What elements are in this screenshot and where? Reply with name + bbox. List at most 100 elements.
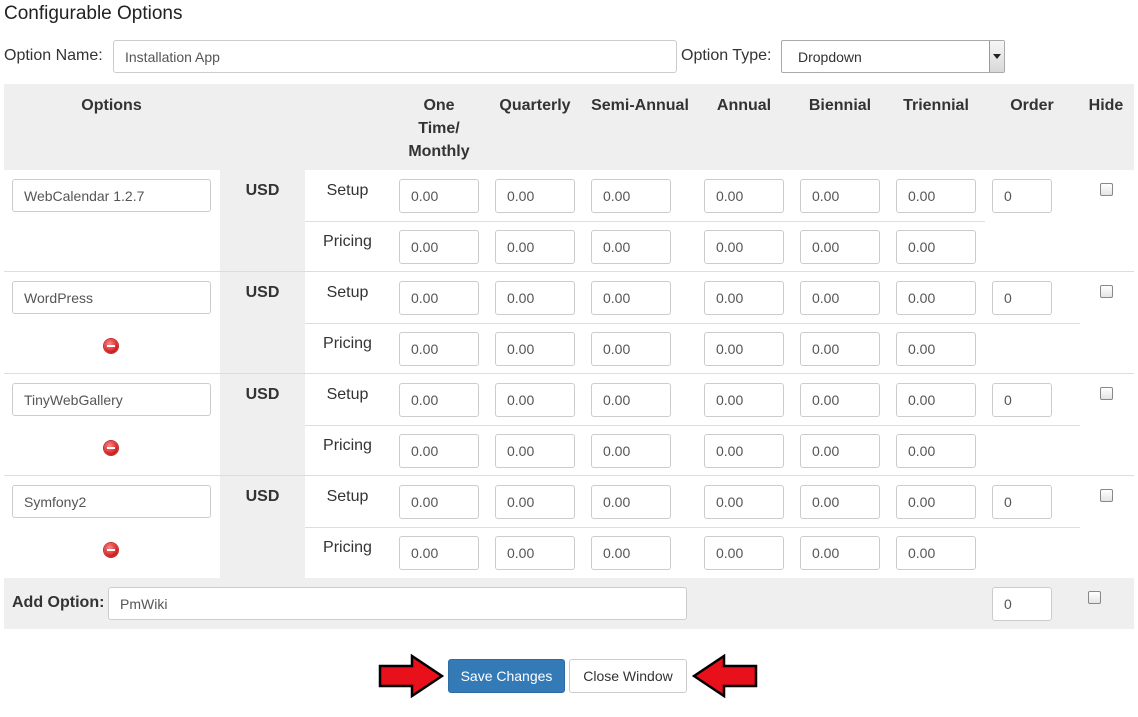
pricing-input[interactable]: [704, 230, 784, 264]
hide-checkbox[interactable]: [1100, 183, 1113, 196]
pricing-input[interactable]: [896, 230, 976, 264]
pricing-input[interactable]: [399, 434, 479, 468]
pricing-input[interactable]: [800, 536, 880, 570]
setup-label: Setup: [326, 386, 369, 403]
hide-checkbox[interactable]: [1100, 387, 1113, 400]
option-name-field[interactable]: [12, 179, 211, 212]
setup-price-input[interactable]: [704, 281, 784, 315]
delete-icon[interactable]: [104, 543, 118, 557]
setup-price-input[interactable]: [704, 383, 784, 417]
setup-price-input[interactable]: [800, 179, 880, 213]
setup-price-input[interactable]: [591, 179, 671, 213]
option-name-label: Option Name:: [4, 47, 103, 64]
setup-price-input[interactable]: [800, 281, 880, 315]
option-name-input[interactable]: [113, 40, 677, 73]
setup-price-input[interactable]: [399, 485, 479, 519]
setup-price-input[interactable]: [399, 281, 479, 315]
setup-price-input[interactable]: [591, 383, 671, 417]
setup-price-input[interactable]: [896, 485, 976, 519]
option-type-select[interactable]: Dropdown: [781, 40, 1005, 73]
header-hide: Hide: [1088, 97, 1124, 114]
pricing-input[interactable]: [704, 536, 784, 570]
add-option-order-input[interactable]: [992, 587, 1052, 621]
pricing-input[interactable]: [591, 536, 671, 570]
pricing-label: Pricing: [323, 539, 372, 556]
setup-label: Setup: [326, 182, 369, 199]
page-title: Configurable Options: [4, 3, 183, 24]
setup-price-input[interactable]: [704, 179, 784, 213]
pricing-input[interactable]: [399, 536, 479, 570]
save-changes-button[interactable]: Save Changes: [448, 659, 565, 693]
header-semi-annual: Semi-Annual: [591, 97, 689, 114]
row-divider: [305, 221, 985, 222]
pricing-input[interactable]: [591, 434, 671, 468]
add-option-label: Add Option:: [12, 594, 105, 611]
setup-price-input[interactable]: [896, 383, 976, 417]
setup-price-input[interactable]: [495, 281, 575, 315]
setup-price-input[interactable]: [704, 485, 784, 519]
close-window-button[interactable]: Close Window: [569, 659, 687, 693]
option-name-field[interactable]: [12, 383, 211, 416]
pricing-label: Pricing: [323, 437, 372, 454]
setup-price-input[interactable]: [495, 485, 575, 519]
pricing-input[interactable]: [591, 230, 671, 264]
delete-icon[interactable]: [104, 339, 118, 353]
pricing-input[interactable]: [591, 332, 671, 366]
row-divider: [305, 527, 1080, 528]
pricing-input[interactable]: [800, 434, 880, 468]
option-type-label: Option Type:: [681, 47, 772, 64]
pricing-input[interactable]: [704, 332, 784, 366]
option-name-field[interactable]: [12, 485, 211, 518]
pricing-input[interactable]: [399, 332, 479, 366]
setup-price-input[interactable]: [591, 485, 671, 519]
pricing-input[interactable]: [800, 230, 880, 264]
setup-price-input[interactable]: [495, 383, 575, 417]
option-name-field[interactable]: [12, 281, 211, 314]
pricing-input[interactable]: [896, 332, 976, 366]
setup-price-input[interactable]: [896, 179, 976, 213]
pricing-input[interactable]: [896, 434, 976, 468]
pricing-input[interactable]: [495, 434, 575, 468]
order-input[interactable]: [992, 383, 1052, 417]
delete-icon[interactable]: [104, 441, 118, 455]
setup-label: Setup: [326, 488, 369, 505]
setup-price-input[interactable]: [800, 485, 880, 519]
pricing-input[interactable]: [704, 434, 784, 468]
hide-checkbox[interactable]: [1100, 489, 1113, 502]
row-divider: [4, 271, 1134, 272]
pricing-label: Pricing: [323, 335, 372, 352]
pricing-input[interactable]: [495, 230, 575, 264]
order-input[interactable]: [992, 281, 1052, 315]
header-quarterly: Quarterly: [499, 97, 571, 114]
pricing-input[interactable]: [495, 536, 575, 570]
row-divider: [305, 425, 1080, 426]
hide-checkbox[interactable]: [1100, 285, 1113, 298]
option-type-value: Dropdown: [798, 49, 862, 65]
add-option-hide-checkbox[interactable]: [1088, 591, 1101, 604]
order-input[interactable]: [992, 179, 1052, 213]
header-order: Order: [1010, 97, 1054, 114]
setup-price-input[interactable]: [800, 383, 880, 417]
setup-price-input[interactable]: [896, 281, 976, 315]
arrow-right-icon: [378, 654, 444, 698]
order-input[interactable]: [992, 485, 1052, 519]
setup-price-input[interactable]: [399, 179, 479, 213]
header-annual: Annual: [716, 97, 772, 114]
row-divider: [4, 373, 1134, 374]
pricing-input[interactable]: [896, 536, 976, 570]
currency-label: USD: [245, 386, 280, 403]
currency-column: [220, 170, 305, 578]
currency-label: USD: [245, 182, 280, 199]
setup-price-input[interactable]: [591, 281, 671, 315]
row-divider: [305, 323, 1080, 324]
pricing-input[interactable]: [800, 332, 880, 366]
chevron-down-icon[interactable]: [989, 41, 1004, 72]
currency-label: USD: [245, 284, 280, 301]
currency-label: USD: [245, 488, 280, 505]
setup-price-input[interactable]: [399, 383, 479, 417]
header-one-time-monthly: One Time/ Monthly: [408, 97, 470, 160]
pricing-input[interactable]: [495, 332, 575, 366]
setup-price-input[interactable]: [495, 179, 575, 213]
add-option-input[interactable]: [108, 587, 687, 620]
pricing-input[interactable]: [399, 230, 479, 264]
